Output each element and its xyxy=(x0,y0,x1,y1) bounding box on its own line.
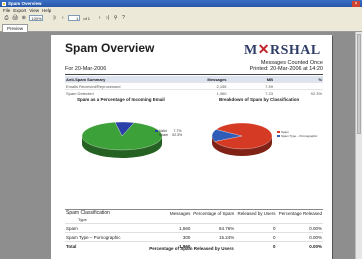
page-total-label: of 1 xyxy=(83,15,91,21)
legend-item: Spam Type – Pornographic xyxy=(277,134,317,138)
page-number-field[interactable]: 1 xyxy=(68,15,81,21)
report-subheader: For 20-Mar-2006 Messages Counted Once Pr… xyxy=(65,59,323,73)
header-rule xyxy=(65,74,323,75)
scrollbar-thumb[interactable] xyxy=(357,34,361,134)
classification-header-row: Spam Classification Type Messages Percent… xyxy=(66,210,322,222)
first-page-icon[interactable]: |‹ xyxy=(52,15,57,21)
print-icon[interactable]: ⎙ xyxy=(4,15,9,21)
binoculars-icon[interactable]: ⚲ xyxy=(113,15,118,21)
table-row: Spam 1,660 84.76% 0 0.00% xyxy=(65,223,323,233)
help-icon[interactable]: ? xyxy=(121,15,126,21)
toolbar: ⎙ 🖨 ⊕ 100% |‹ ‹ 1 of 1 › ›| ⚲ ? xyxy=(0,13,362,23)
summary-table: Anti-Spam Summary Messages MB % Emails R… xyxy=(65,76,323,96)
report-page: Spam Overview M✕RSHAL For 20-Mar-2006 Me… xyxy=(51,35,332,259)
tab-strip: Preview xyxy=(0,23,362,33)
zoom-icon[interactable]: ⊕ xyxy=(21,15,26,21)
close-button[interactable]: × xyxy=(352,0,360,7)
spam-breakdown-pie-chart xyxy=(211,122,273,156)
preview-canvas: Spam Overview M✕RSHAL For 20-Mar-2006 Me… xyxy=(0,32,362,259)
legend-swatch-spam xyxy=(155,134,158,136)
chart2-legend: Spam Spam Type – Pornographic xyxy=(277,130,317,138)
printed-label: Printed: 20-Mar-2006 at 14:20 xyxy=(249,66,323,72)
spam-percentage-pie-chart xyxy=(81,121,163,158)
window-title: Spam Overview xyxy=(8,1,42,6)
table-row: Spam Detected 1,960 7.23 92.3% xyxy=(65,89,323,96)
report-title: Spam Overview xyxy=(65,41,155,55)
menu-view[interactable]: View xyxy=(29,8,39,13)
app-icon xyxy=(2,1,6,6)
report-date: For 20-Mar-2006 xyxy=(65,66,107,72)
legend-swatch-valid xyxy=(155,130,158,132)
menu-file[interactable]: File xyxy=(3,8,10,13)
marshal-logo: M✕RSHAL xyxy=(244,43,321,58)
classification-table: Spam Classification Type Messages Percent… xyxy=(65,210,323,250)
print-setup-icon[interactable]: 🖨 xyxy=(12,15,18,21)
released-section-title: Percentage of Spam Released by Users xyxy=(149,246,234,251)
vertical-scrollbar[interactable] xyxy=(355,32,362,259)
next-page-icon[interactable]: › xyxy=(97,15,102,21)
menu-export[interactable]: Export xyxy=(13,8,26,13)
legend-item: Spam 92.3% xyxy=(155,133,182,137)
prev-page-icon[interactable]: ‹ xyxy=(60,15,65,21)
menu-help[interactable]: Help xyxy=(42,8,51,13)
table-row: Spam Type – Pornographic 300 15.24% 0 0.… xyxy=(65,232,323,242)
last-page-icon[interactable]: ›| xyxy=(105,15,110,21)
zoom-select[interactable]: 100% xyxy=(29,15,44,21)
table-row: Emails Received/Reprocessed 2,155 7.59 xyxy=(65,82,323,90)
chart1-legend: Valid 7.7% Spam 92.3% xyxy=(155,129,182,137)
chart2-title: Breakdown of Spam by Classification xyxy=(219,97,300,102)
window-titlebar: Spam Overview × xyxy=(0,0,362,7)
chart1-title: Spam as a Percentage of Incoming Email xyxy=(77,97,165,102)
